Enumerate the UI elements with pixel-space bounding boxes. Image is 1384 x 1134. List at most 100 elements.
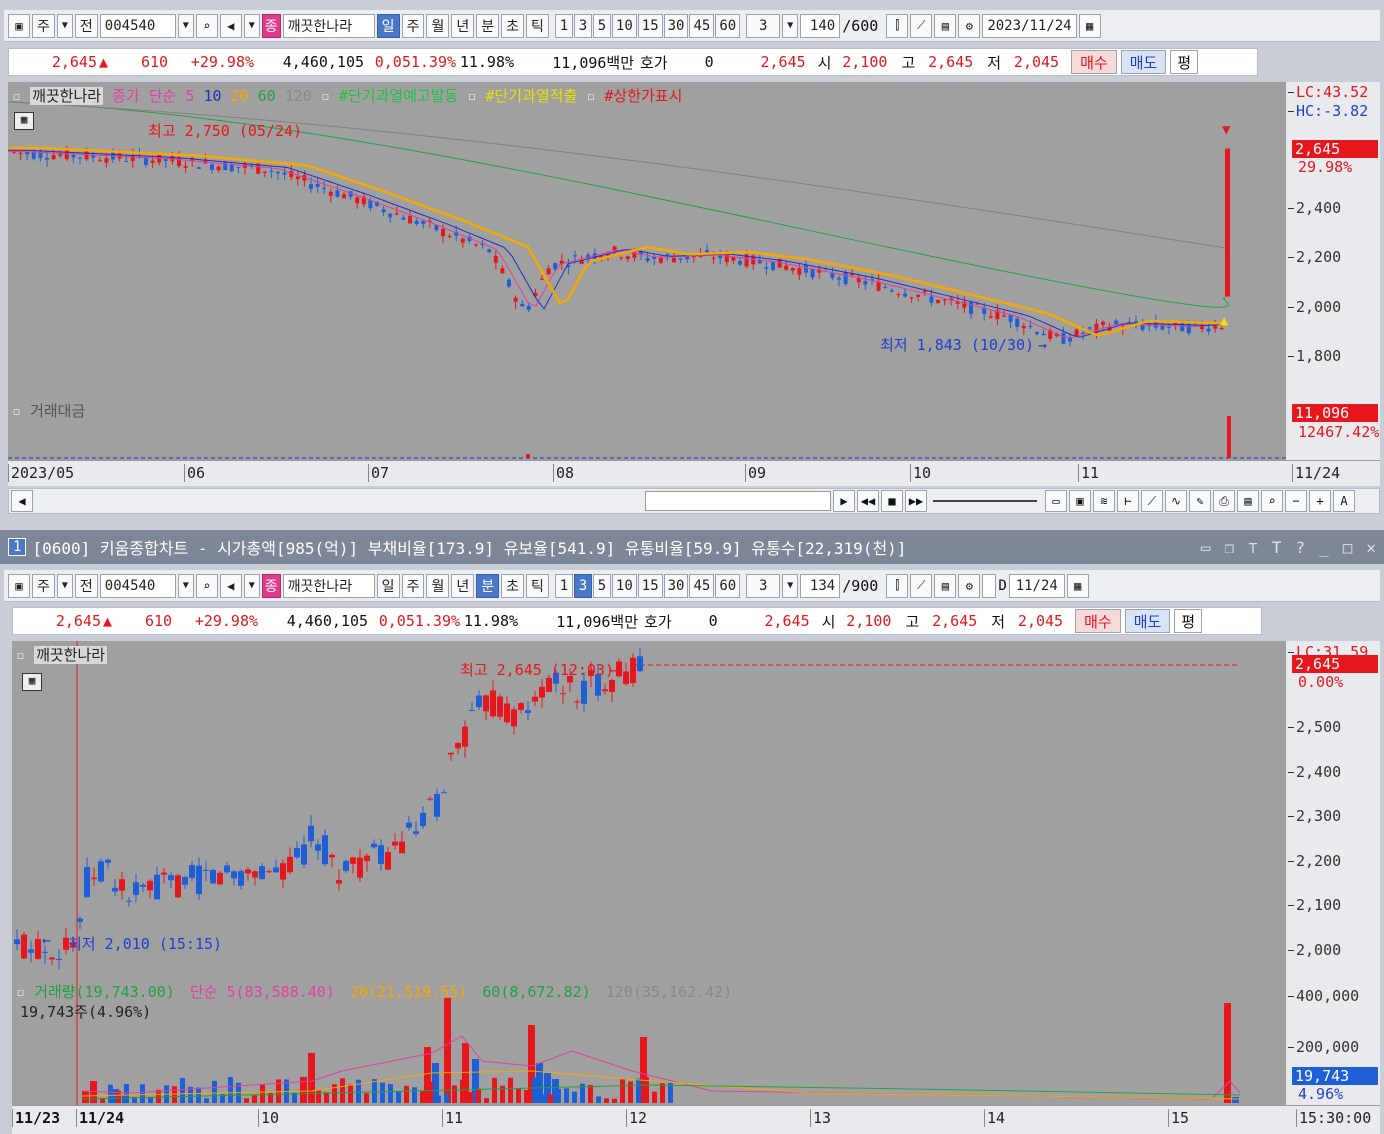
help-icon[interactable]: ? [1295,538,1305,557]
trend-icon[interactable]: ⟋ [1141,490,1163,512]
calendar-icon[interactable]: ▦ [1066,573,1089,598]
count-input[interactable]: 140 [800,13,841,38]
tab-1[interactable]: 주 [401,13,425,38]
interval-button-30[interactable]: 30 [663,13,689,38]
chevron-down-icon[interactable]: ▼ [782,573,799,598]
chevron-down-icon[interactable]: ▼ [243,13,260,38]
pin-icon[interactable]: ⊤ [1248,538,1258,557]
calendar-icon[interactable]: ▦ [1078,13,1101,38]
tab-6[interactable]: 틱 [526,13,549,38]
tab-2[interactable]: 월 [426,573,450,598]
window-icon[interactable]: ▭ [1045,490,1067,512]
tab-2[interactable]: 월 [426,13,450,38]
font-icon[interactable]: T [1272,538,1282,557]
candle-icon[interactable]: ⫿ [886,573,909,598]
restore-icon[interactable]: ▭ [1201,538,1211,557]
sell-button[interactable]: 매도 [1124,609,1171,633]
print-icon[interactable]: ⎙ [1213,490,1235,512]
top-price-chart[interactable]: ▼ ▲ → ▫ 깨끗한나라 종가 단순 5 10 20 60 120 ▫ #단기과열… [8,82,1286,460]
copy-icon[interactable]: ▣ [1069,490,1091,512]
buy-button[interactable]: 매수 [1075,609,1121,633]
tab-4[interactable]: 분 [476,573,500,598]
interval-button-45[interactable]: 45 [689,13,715,38]
tab-5[interactable]: 초 [501,573,525,598]
count-input[interactable]: 134 [800,573,841,598]
rewind-button[interactable]: ◀◀ [857,490,879,512]
crosshair-icon[interactable]: ⊢ [1117,490,1139,512]
tile-icon[interactable]: ❐ [1225,538,1235,557]
avg-button[interactable]: 평 [1174,609,1203,633]
gear-icon[interactable]: ⚙ [958,13,981,38]
export-icon[interactable]: ▤ [1237,490,1259,512]
buy-button[interactable]: 매수 [1071,50,1117,74]
grid-icon[interactable]: ▦ [22,673,42,691]
speaker-icon[interactable]: ◀ [219,13,242,38]
interval-button-60[interactable]: 60 [715,13,741,38]
tab-1[interactable]: 주 [401,573,425,598]
close-icon[interactable]: ✕ [1366,538,1376,557]
interval-button-60[interactable]: 60 [715,573,741,598]
tab-0[interactable]: 일 [376,13,400,38]
minimize-icon[interactable]: _ [1319,538,1329,557]
text-tool-button[interactable]: A [1333,490,1355,512]
interval-button-1[interactable]: 1 [554,13,573,38]
forward-button[interactable]: ▶▶ [905,490,927,512]
layout-icon[interactable]: ▣ [8,13,30,38]
d-checkbox[interactable] [982,573,997,598]
search-icon[interactable]: ⌕ [195,573,218,598]
interval-button-45[interactable]: 45 [689,573,715,598]
line-tool-icon[interactable]: ⟋ [910,13,933,38]
stock-name-field[interactable]: 깨끗한나라 [282,573,375,598]
period-select[interactable]: 주 [32,573,55,598]
stock-name-field[interactable]: 깨끗한나라 [282,13,375,38]
interval-button-10[interactable]: 10 [611,573,637,598]
maximize-icon[interactable]: □ [1343,538,1353,557]
chevron-down-icon[interactable]: ▼ [782,13,799,38]
period-select[interactable]: 주 [32,13,55,38]
candle-icon[interactable]: ⫿ [886,13,909,38]
tab-3[interactable]: 년 [451,573,475,598]
window-title-bar[interactable]: 1 [0600] 키움종합차트 - 시가총액[985(억)] 부채비율[173.… [0,530,1384,564]
interval-button-15[interactable]: 15 [637,573,663,598]
chevron-down-icon[interactable]: ▼ [243,573,260,598]
scroll-left-button[interactable]: ◀ [11,490,33,512]
tab-5[interactable]: 초 [501,13,525,38]
chart-icon[interactable]: ≋ [1093,490,1115,512]
unit-select[interactable]: 3 [746,573,781,598]
tab-6[interactable]: 틱 [526,573,549,598]
sell-button[interactable]: 매도 [1120,50,1167,74]
save-icon[interactable]: ▤ [934,13,957,38]
prev-button[interactable]: 전 [74,573,98,598]
date-input[interactable]: 2023/11/24 [982,13,1077,38]
gear-icon[interactable]: ⚙ [958,573,981,598]
tab-3[interactable]: 년 [451,13,475,38]
zoom-out-button[interactable]: − [1285,490,1307,512]
prev-button[interactable]: 전 [74,13,98,38]
zoom-slider[interactable] [933,500,1037,502]
search-icon[interactable]: ⌕ [195,13,218,38]
interval-button-5[interactable]: 5 [592,13,611,38]
interval-button-15[interactable]: 15 [637,13,663,38]
chevron-down-icon[interactable]: ▼ [177,573,194,598]
pen-icon[interactable]: ✎ [1189,490,1211,512]
bottom-price-chart[interactable]: ← → ▫ 깨끗한나라 ▦ 최고 2,645 (12:03) 최저 2,010 (… [12,641,1286,1105]
top-scrollbar[interactable]: ◀ ▶ ◀◀ ■ ▶▶ ▭ ▣ ≋ ⊢ ⟋ ∿ ✎ ⎙ ▤ ⌕ − + A [8,488,1380,514]
speaker-icon[interactable]: ◀ [219,573,242,598]
interval-button-30[interactable]: 30 [663,573,689,598]
scroll-thumb[interactable] [645,491,831,511]
interval-button-3[interactable]: 3 [573,573,592,598]
wave-icon[interactable]: ∿ [1165,490,1187,512]
stock-code-input[interactable]: 004540 [99,573,176,598]
date-input[interactable]: 11/24 [1008,573,1065,598]
chevron-down-icon[interactable]: ▼ [56,13,73,38]
zoom-in-button[interactable]: + [1309,490,1331,512]
scroll-right-button[interactable]: ▶ [833,490,855,512]
save-icon[interactable]: ▤ [934,573,957,598]
line-tool-icon[interactable]: ⟋ [910,573,933,598]
tab-4[interactable]: 분 [476,13,500,38]
chevron-down-icon[interactable]: ▼ [56,573,73,598]
interval-button-5[interactable]: 5 [592,573,611,598]
interval-button-1[interactable]: 1 [554,573,573,598]
interval-button-3[interactable]: 3 [573,13,592,38]
tab-0[interactable]: 일 [376,573,400,598]
